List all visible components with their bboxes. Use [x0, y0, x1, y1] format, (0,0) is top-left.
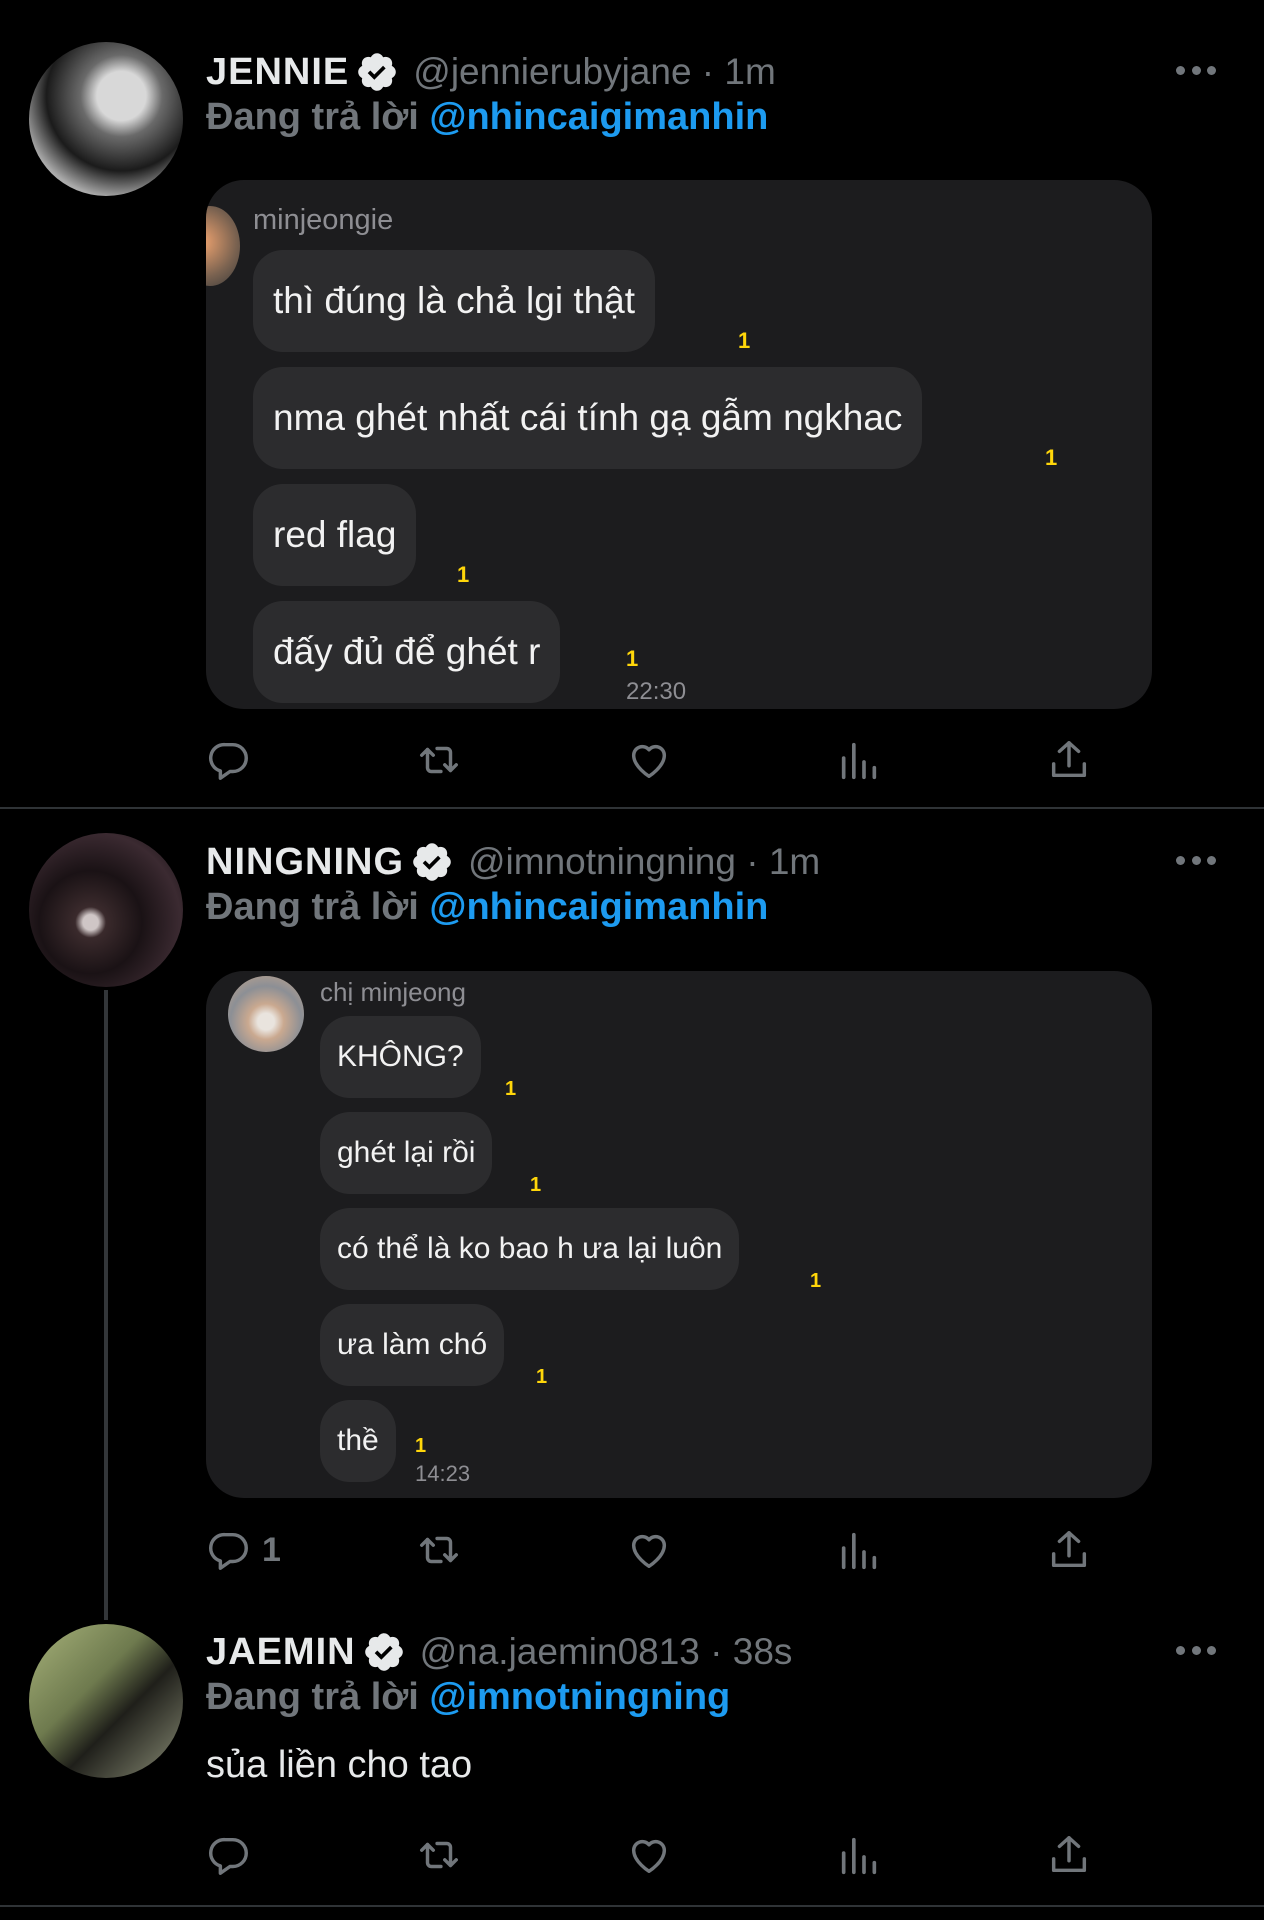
reply-mention-link[interactable]: @nhincaigimanhin: [429, 886, 768, 928]
message-read-count: 1: [505, 1078, 517, 1100]
reply-mention-link[interactable]: @nhincaigimanhin: [429, 96, 768, 138]
tweet-jaemin[interactable]: JAEMIN @na.jaemin0813 · 38s Đang trả lời…: [0, 1600, 1264, 1910]
reply-icon: [206, 1832, 252, 1878]
retweet-button[interactable]: [416, 1825, 462, 1885]
avatar[interactable]: [29, 833, 183, 987]
message-time: 14:23: [415, 1461, 471, 1486]
views-button[interactable]: [836, 1520, 882, 1580]
tweet-jennie[interactable]: JENNIE @jennierubyjane · 1m Đang trả lời…: [0, 0, 1264, 808]
message-read-count: 1: [457, 562, 470, 587]
like-heart-icon: [626, 1527, 672, 1573]
action-bar: [206, 1825, 1106, 1885]
reply-button[interactable]: [206, 730, 262, 790]
message-read-count: 1: [626, 646, 639, 671]
retweet-button[interactable]: [416, 730, 462, 790]
message-bubble: thề: [320, 1400, 396, 1482]
more-options-icon[interactable]: [1176, 1640, 1216, 1660]
views-chart-icon: [836, 1832, 882, 1878]
message-read-count: 1: [530, 1174, 542, 1196]
chat-screenshot-image[interactable]: chị minjeong KHÔNG? 1 ghét lại rồi 1 có …: [206, 971, 1152, 1498]
retweet-button[interactable]: [416, 1520, 462, 1580]
tweet-text: sủa liền cho tao: [206, 1744, 473, 1786]
message-bubble: đấy đủ để ghét r: [253, 601, 561, 703]
tweet-header: JAEMIN @na.jaemin0813 · 38s: [206, 1627, 792, 1677]
reply-prefix: Đang trả lời: [206, 886, 419, 928]
tweet-divider: [0, 1905, 1264, 1907]
message-bubble: ghét lại rồi: [320, 1112, 493, 1194]
verified-badge-icon: [355, 50, 399, 94]
message-bubble: thì đúng là chả lgi thật: [253, 250, 656, 352]
reply-mention-link[interactable]: @imnotningning: [429, 1676, 730, 1718]
message-bubble: ưa làm chó: [320, 1304, 505, 1386]
chat-sender-name: chị minjeong: [320, 977, 466, 1007]
reply-icon: [206, 737, 252, 783]
chat-avatar: [228, 976, 304, 1052]
retweet-icon: [416, 1832, 462, 1878]
avatar[interactable]: [29, 42, 183, 196]
reply-context: Đang trả lời @imnotningning: [206, 1676, 730, 1719]
handle-and-time[interactable]: @na.jaemin0813 · 38s: [420, 1631, 793, 1673]
share-button[interactable]: [1046, 1520, 1092, 1580]
message-read-count: 1: [1045, 445, 1058, 470]
reply-prefix: Đang trả lời: [206, 96, 419, 138]
share-button[interactable]: [1046, 730, 1092, 790]
reply-button[interactable]: 1: [206, 1520, 281, 1580]
tweet-ningning[interactable]: NINGNING @imnotningning · 1m Đang trả lờ…: [0, 810, 1264, 1610]
share-icon: [1046, 1832, 1092, 1878]
action-bar: [206, 730, 1106, 790]
like-button[interactable]: [626, 1825, 672, 1885]
share-icon: [1046, 737, 1092, 783]
handle-and-time[interactable]: @imnotningning · 1m: [468, 841, 820, 883]
like-button[interactable]: [626, 1520, 672, 1580]
retweet-icon: [416, 737, 462, 783]
message-bubble: KHÔNG?: [320, 1016, 481, 1098]
handle-and-time[interactable]: @jennierubyjane · 1m: [413, 51, 776, 93]
display-name[interactable]: NINGNING: [206, 841, 404, 884]
reply-context: Đang trả lời @nhincaigimanhin: [206, 96, 768, 139]
verified-badge-icon: [410, 840, 454, 884]
message-time: 22:30: [626, 678, 687, 705]
display-name[interactable]: JENNIE: [206, 51, 349, 94]
verified-badge-icon: [362, 1630, 406, 1674]
like-heart-icon: [626, 1832, 672, 1878]
reply-count: 1: [262, 1530, 281, 1569]
views-button[interactable]: [836, 730, 882, 790]
share-button[interactable]: [1046, 1825, 1092, 1885]
display-name[interactable]: JAEMIN: [206, 1631, 356, 1674]
like-heart-icon: [626, 737, 672, 783]
more-options-icon[interactable]: [1176, 60, 1216, 80]
message-read-count: 1: [415, 1435, 427, 1457]
message-bubble: red flag: [253, 484, 417, 586]
chat-avatar: [206, 206, 240, 286]
more-options-icon[interactable]: [1176, 850, 1216, 870]
like-button[interactable]: [626, 730, 672, 790]
tweet-divider: [0, 807, 1264, 809]
reply-icon: [206, 1527, 252, 1573]
views-button[interactable]: [836, 1825, 882, 1885]
retweet-icon: [416, 1527, 462, 1573]
message-read-count: 1: [738, 328, 751, 353]
chat-sender-name: minjeongie: [253, 204, 394, 236]
action-bar: 1: [206, 1520, 1106, 1580]
tweet-header: NINGNING @imnotningning · 1m: [206, 837, 820, 887]
message-read-count: 1: [810, 1270, 822, 1292]
reply-context: Đang trả lời @nhincaigimanhin: [206, 886, 768, 929]
share-icon: [1046, 1527, 1092, 1573]
avatar[interactable]: [29, 1624, 183, 1778]
chat-screenshot-image[interactable]: minjeongie thì đúng là chả lgi thật 1 nm…: [206, 180, 1152, 709]
reply-prefix: Đang trả lời: [206, 1676, 419, 1718]
reply-button[interactable]: [206, 1825, 262, 1885]
message-bubble: nma ghét nhất cái tính gạ gẫm ngkhac: [253, 367, 923, 469]
tweet-header: JENNIE @jennierubyjane · 1m: [206, 47, 776, 97]
views-chart-icon: [836, 737, 882, 783]
message-read-count: 1: [536, 1366, 548, 1388]
message-bubble: có thể là ko bao h ưa lại luôn: [320, 1208, 740, 1290]
views-chart-icon: [836, 1527, 882, 1573]
